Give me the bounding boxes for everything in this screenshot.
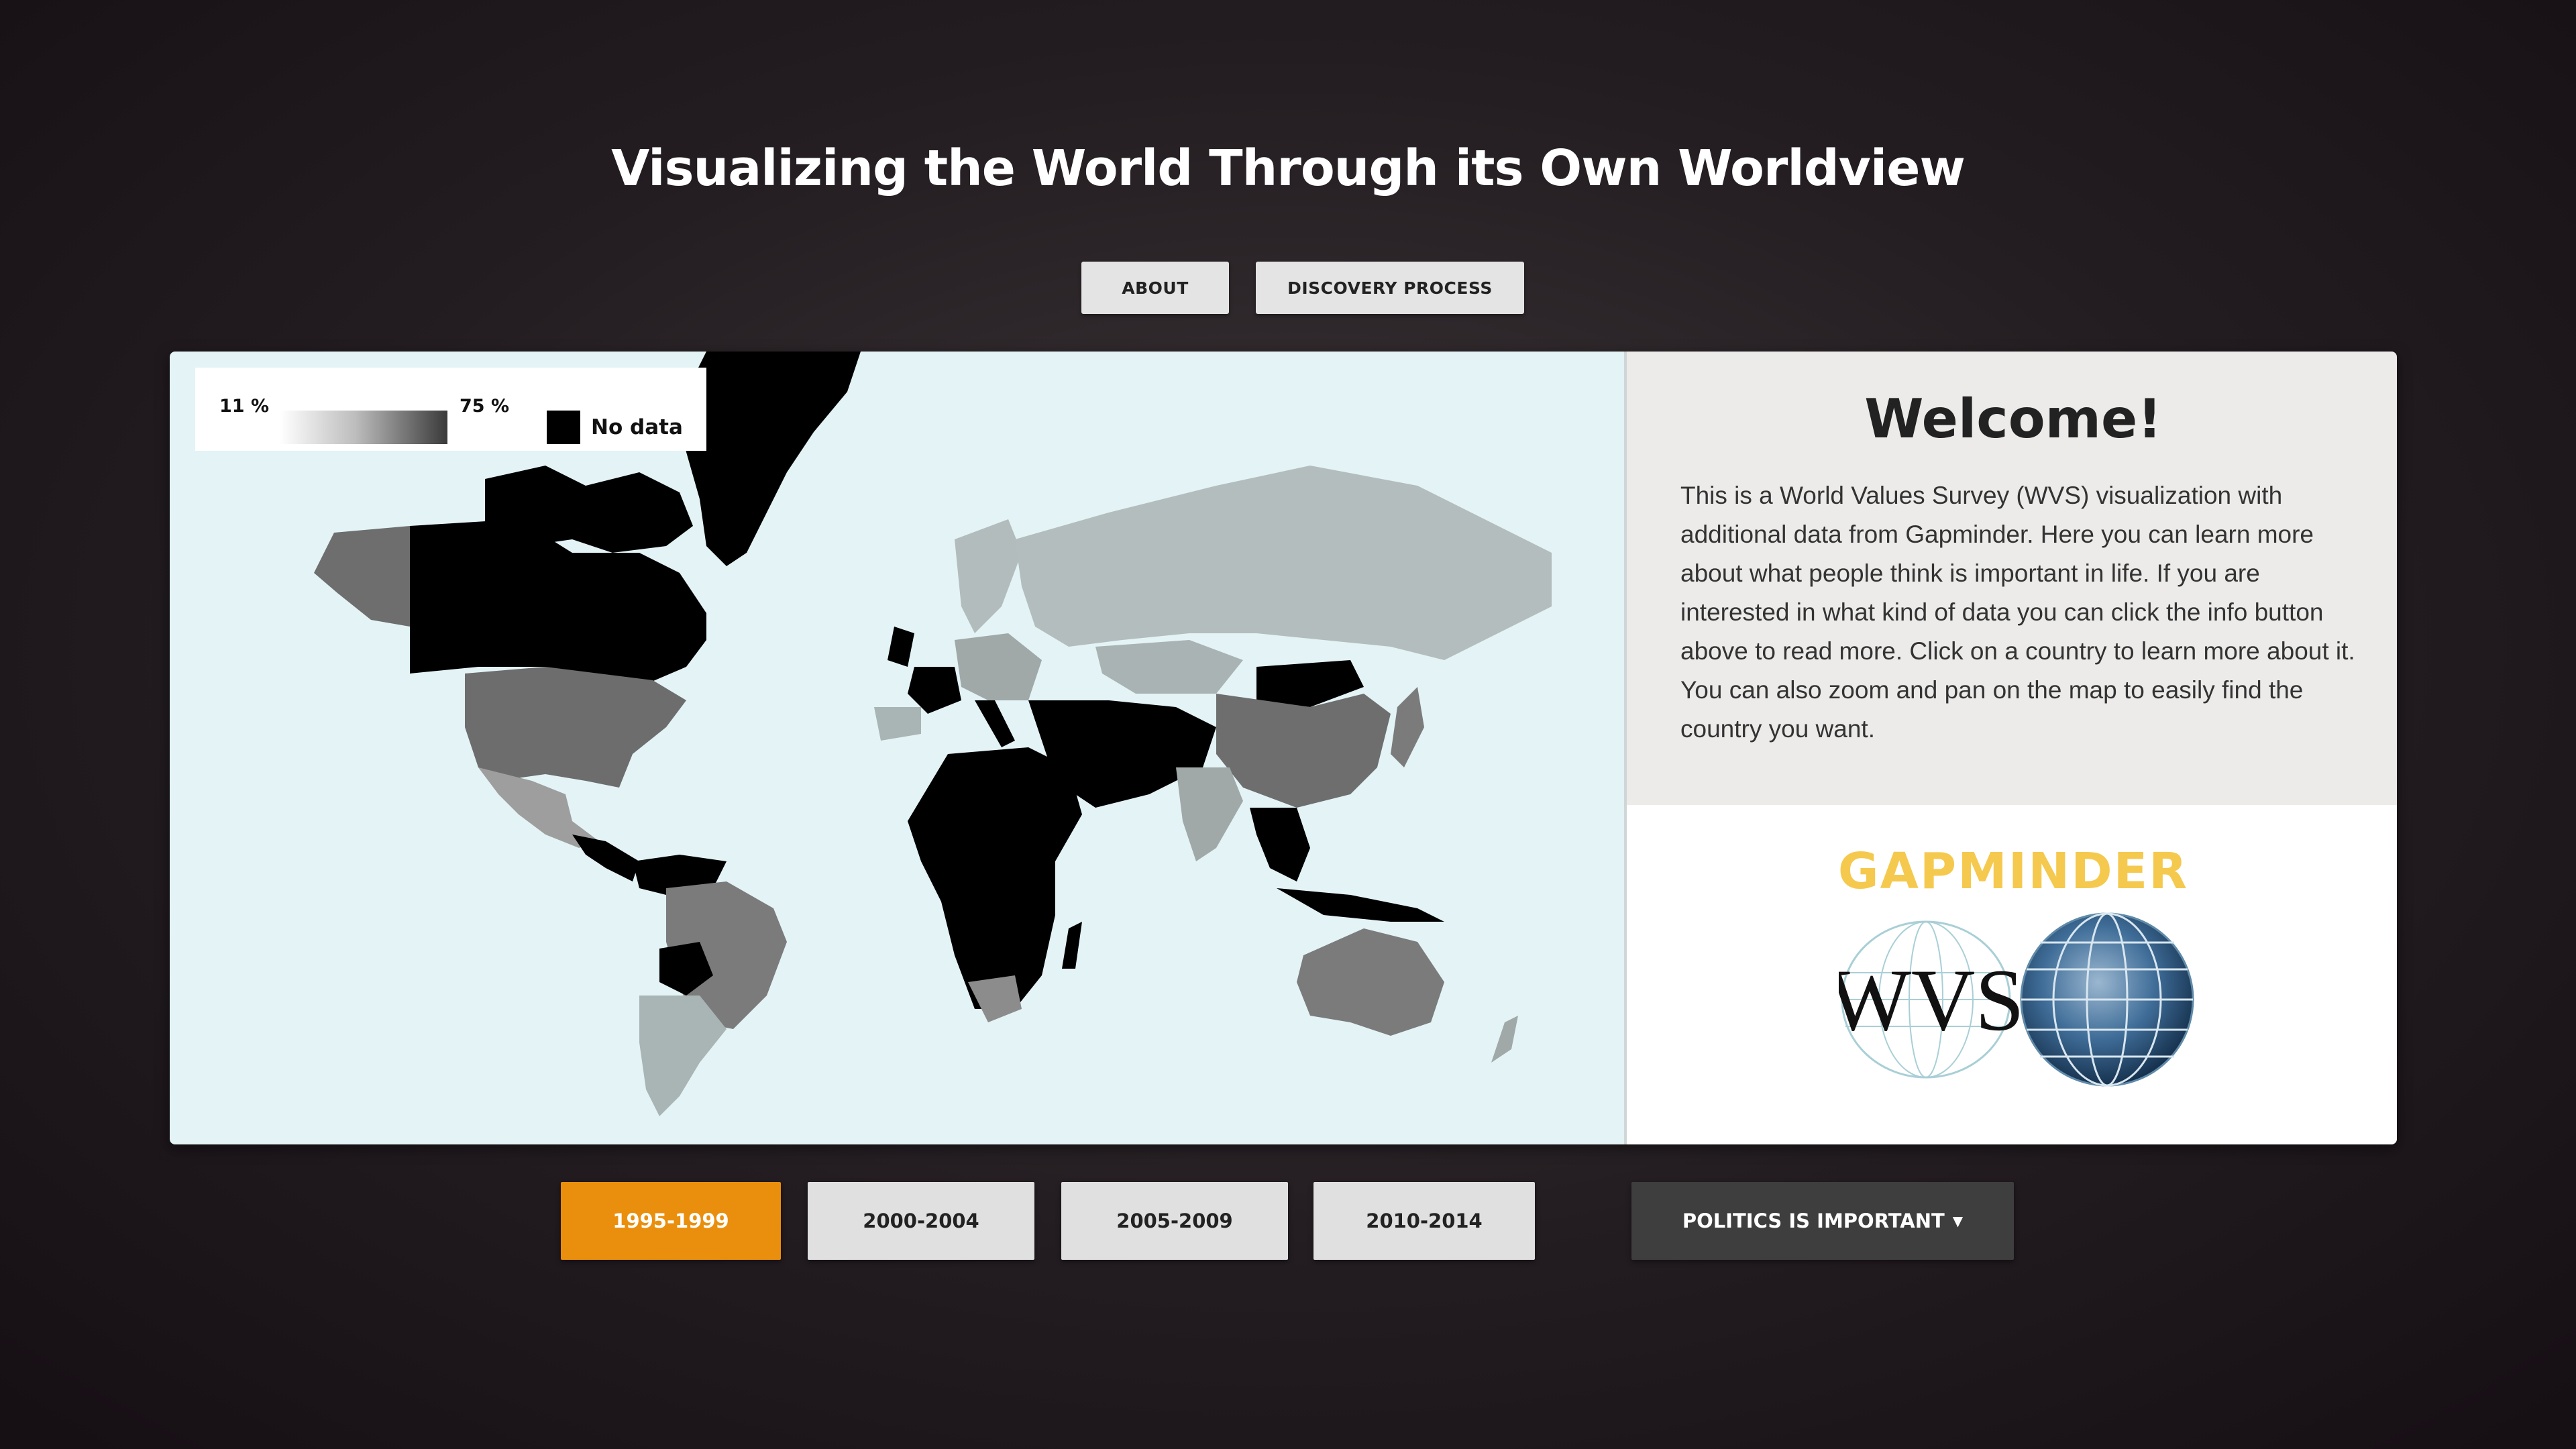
country-kazakhstan[interactable] [1095,640,1243,694]
wvs-logo-text: WVS [1839,951,2025,1049]
period-button-1995-1999[interactable]: 1995-1999 [561,1182,781,1260]
country-madagascar[interactable] [1062,922,1082,969]
country-central-america[interactable] [572,835,639,881]
question-dropdown[interactable]: POLITICS IS IMPORTANT ▼ [1631,1182,2014,1260]
country-spain[interactable] [874,707,921,741]
world-map-svg[interactable] [170,352,1624,1144]
country-usa[interactable] [465,667,686,788]
country-central-europe[interactable] [955,633,1042,700]
legend-no-data-label: No data [591,415,683,439]
country-scandinavia[interactable] [955,519,1022,633]
country-southeast-asia[interactable] [1250,808,1310,881]
wvs-logo: WVS [1839,912,2194,1087]
legend-min-label: 11 % [219,396,270,417]
welcome-text: This is a World Values Survey (WVS) visu… [1680,482,2355,743]
country-indonesia[interactable] [1277,888,1444,922]
discovery-process-button[interactable]: DISCOVERY PROCESS [1256,262,1524,314]
legend-max-label: 75 % [460,396,510,417]
world-map[interactable]: 11 % 75 % No data [170,352,1624,1144]
logo-box: GAPMINDER WVS [1627,805,2397,1144]
country-new-zealand[interactable] [1491,1016,1518,1063]
country-argentina-chile[interactable] [639,996,727,1116]
country-alaska[interactable] [314,526,410,627]
legend-gradient-bar [280,411,447,444]
legend-no-data-swatch [547,411,580,444]
country-france[interactable] [908,667,961,714]
about-button[interactable]: ABOUT [1081,262,1229,314]
gapminder-logo: GAPMINDER [1837,843,2189,900]
country-australia[interactable] [1297,928,1444,1036]
page-title: Visualizing the World Through its Own Wo… [611,140,1966,197]
map-legend: 11 % 75 % No data [195,368,706,451]
country-uk[interactable] [888,627,914,667]
period-button-2005-2009[interactable]: 2005-2009 [1061,1182,1288,1260]
globe-icon [2020,912,2194,1087]
welcome-box: Welcome! This is a World Values Survey (… [1627,352,2397,805]
period-button-2010-2014[interactable]: 2010-2014 [1313,1182,1535,1260]
welcome-title: Welcome! [1864,388,2162,450]
country-india[interactable] [1176,767,1243,861]
country-italy[interactable] [975,700,1015,747]
country-japan[interactable] [1391,687,1424,767]
main-panel: 11 % 75 % No data Welcome! This is a Wor… [170,352,2397,1144]
caret-down-icon: ▼ [1952,1213,1964,1229]
country-russia[interactable] [1015,466,1552,660]
country-greenland[interactable] [680,352,861,566]
country-africa[interactable] [908,747,1082,1009]
question-dropdown-label: POLITICS IS IMPORTANT [1682,1210,1945,1232]
country-china[interactable] [1216,694,1391,808]
period-button-2000-2004[interactable]: 2000-2004 [808,1182,1034,1260]
info-panel: Welcome! This is a World Values Survey (… [1624,352,2397,1144]
